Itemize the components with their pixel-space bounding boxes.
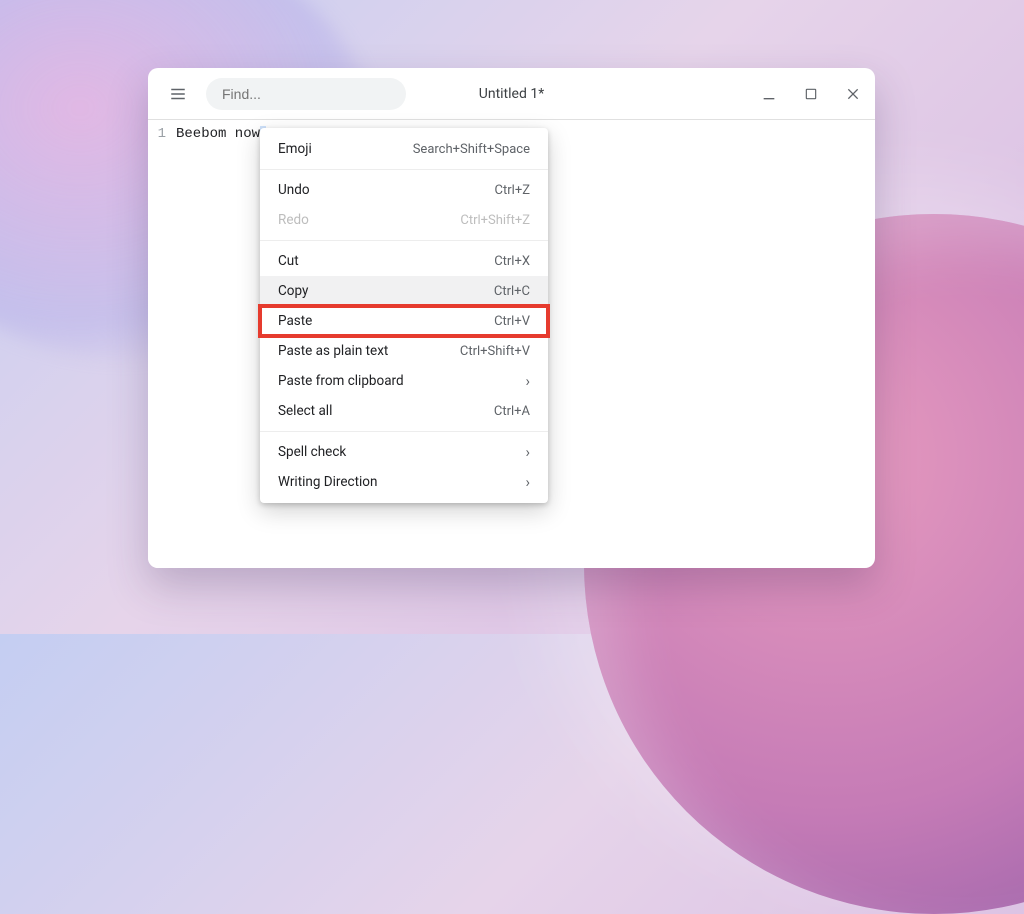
maximize-icon <box>804 87 818 101</box>
menu-item-shortcut: Ctrl+Shift+V <box>460 344 530 359</box>
menu-item-shortcut: Ctrl+A <box>494 404 530 419</box>
menu-item-paste[interactable]: Paste Ctrl+V <box>260 306 548 336</box>
menu-item-label: Undo <box>278 182 310 198</box>
close-button[interactable] <box>843 84 863 104</box>
menu-item-emoji[interactable]: Emoji Search+Shift+Space <box>260 134 548 164</box>
minimize-button[interactable] <box>759 84 779 104</box>
hamburger-icon <box>169 85 187 103</box>
close-icon <box>845 86 861 102</box>
line-number: 1 <box>148 126 166 142</box>
menu-separator <box>260 240 548 241</box>
menu-button[interactable] <box>160 76 196 112</box>
menu-item-paste-from-clipboard[interactable]: Paste from clipboard › <box>260 366 548 396</box>
code-text: Beebom now <box>176 126 260 142</box>
menu-item-label: Spell check <box>278 444 346 460</box>
menu-item-cut[interactable]: Cut Ctrl+X <box>260 246 548 276</box>
menu-item-writing-direction[interactable]: Writing Direction › <box>260 467 548 497</box>
menu-item-label: Cut <box>278 253 299 269</box>
context-menu: Emoji Search+Shift+Space Undo Ctrl+Z Redo Ctr… <box>260 128 548 503</box>
find-input[interactable] <box>206 78 406 110</box>
menu-item-undo[interactable]: Undo Ctrl+Z <box>260 175 548 205</box>
menu-item-copy[interactable]: Copy Ctrl+C <box>260 276 548 306</box>
menu-item-spell-check[interactable]: Spell check › <box>260 437 548 467</box>
chevron-right-icon: › <box>525 473 530 491</box>
menu-item-shortcut: Ctrl+Z <box>495 183 530 198</box>
chevron-right-icon: › <box>525 372 530 390</box>
titlebar: Untitled 1* <box>148 68 875 120</box>
window-title: Untitled 1* <box>479 86 544 102</box>
menu-item-shortcut: Ctrl+C <box>494 284 530 299</box>
menu-item-paste-as-plain-text[interactable]: Paste as plain text Ctrl+Shift+V <box>260 336 548 366</box>
menu-item-label: Paste <box>278 313 312 329</box>
menu-item-shortcut: Search+Shift+Space <box>413 142 530 157</box>
menu-separator <box>260 431 548 432</box>
menu-item-label: Paste as plain text <box>278 343 388 359</box>
menu-item-select-all[interactable]: Select all Ctrl+A <box>260 396 548 426</box>
menu-item-shortcut: Ctrl+X <box>494 254 530 269</box>
window-controls <box>759 84 863 104</box>
chevron-right-icon: › <box>525 443 530 461</box>
menu-item-label: Writing Direction <box>278 474 377 490</box>
menu-item-label: Select all <box>278 403 332 419</box>
menu-item-label: Emoji <box>278 141 312 157</box>
menu-item-label: Copy <box>278 283 308 299</box>
line-gutter: 1 <box>148 120 170 568</box>
menu-item-label: Paste from clipboard <box>278 373 404 389</box>
menu-separator <box>260 169 548 170</box>
maximize-button[interactable] <box>801 84 821 104</box>
menu-item-redo: Redo Ctrl+Shift+Z <box>260 205 548 235</box>
menu-item-shortcut: Ctrl+Shift+Z <box>460 213 530 228</box>
menu-item-label: Redo <box>278 212 309 228</box>
menu-item-shortcut: Ctrl+V <box>494 314 530 329</box>
minimize-icon <box>761 86 777 102</box>
